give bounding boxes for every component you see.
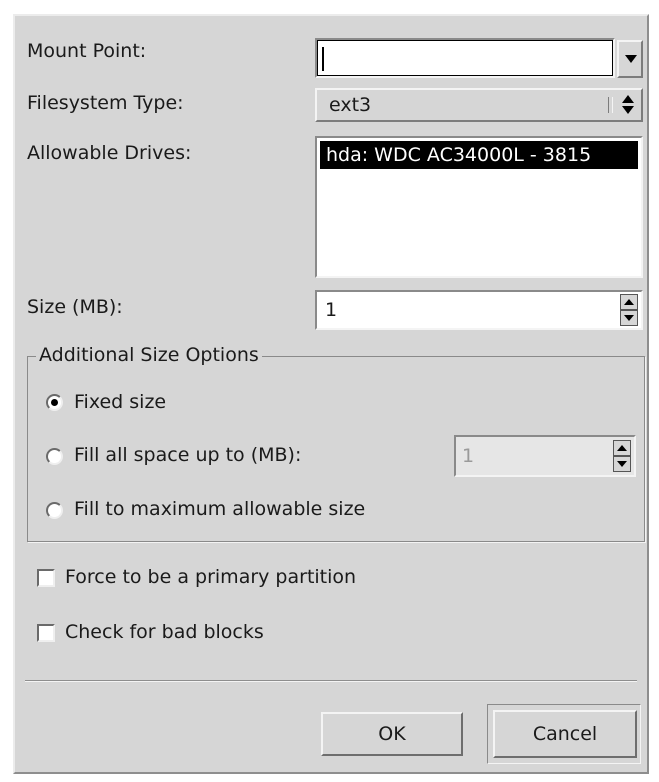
fill-upto-radio[interactable] [46, 448, 63, 465]
allowable-drives-label: Allowable Drives: [27, 142, 192, 164]
filesystem-type-select[interactable]: ext3 [315, 88, 643, 122]
spin-down-button[interactable] [620, 310, 638, 326]
select-indicator-bar [608, 97, 613, 113]
bad-blocks-checkbox[interactable] [37, 624, 55, 642]
fixed-size-label: Fixed size [74, 391, 167, 413]
spin-up-button[interactable] [613, 440, 631, 456]
size-label: Size (MB): [27, 296, 123, 318]
text-caret [322, 47, 324, 71]
size-spinbox[interactable]: 1 [315, 290, 643, 330]
fill-upto-spinbox[interactable]: 1 [454, 435, 636, 477]
partition-dialog: Mount Point: Filesystem Type: ext3 Allow… [13, 14, 649, 774]
button-separator [25, 680, 637, 682]
radio-dot-icon [51, 399, 58, 406]
size-options-frame: Additional Size Options Fixed size Fill … [27, 344, 645, 542]
mount-point-input[interactable] [315, 38, 615, 78]
cancel-button[interactable]: Cancel [493, 710, 637, 758]
list-item[interactable]: hda: WDC AC34000L - 3815 [320, 141, 638, 169]
size-options-title: Additional Size Options [36, 344, 262, 366]
mount-point-label: Mount Point: [27, 40, 147, 62]
primary-partition-label: Force to be a primary partition [65, 566, 357, 588]
spin-down-button[interactable] [613, 456, 631, 472]
mount-point-dropdown-button[interactable] [617, 40, 643, 78]
spin-arrows-icon[interactable] [613, 440, 631, 472]
fill-max-radio[interactable] [46, 502, 63, 519]
chevron-down-icon [625, 55, 637, 63]
fill-upto-label: Fill all space up to (MB): [74, 444, 302, 466]
allowable-drives-list[interactable]: hda: WDC AC34000L - 3815 [315, 136, 643, 278]
bad-blocks-label: Check for bad blocks [65, 621, 264, 643]
fixed-size-radio[interactable] [46, 394, 63, 411]
filesystem-type-value: ext3 [329, 94, 372, 116]
filesystem-type-label: Filesystem Type: [27, 92, 184, 114]
spin-up-button[interactable] [620, 294, 638, 310]
fill-upto-value: 1 [462, 445, 475, 467]
drive-item-label: hda: WDC AC34000L - 3815 [326, 144, 592, 166]
spin-arrows-icon [621, 94, 635, 116]
primary-partition-checkbox[interactable] [37, 569, 55, 587]
fill-max-label: Fill to maximum allowable size [74, 498, 366, 520]
size-value: 1 [325, 299, 338, 321]
ok-button[interactable]: OK [321, 712, 463, 756]
spin-arrows-icon[interactable] [620, 294, 638, 326]
